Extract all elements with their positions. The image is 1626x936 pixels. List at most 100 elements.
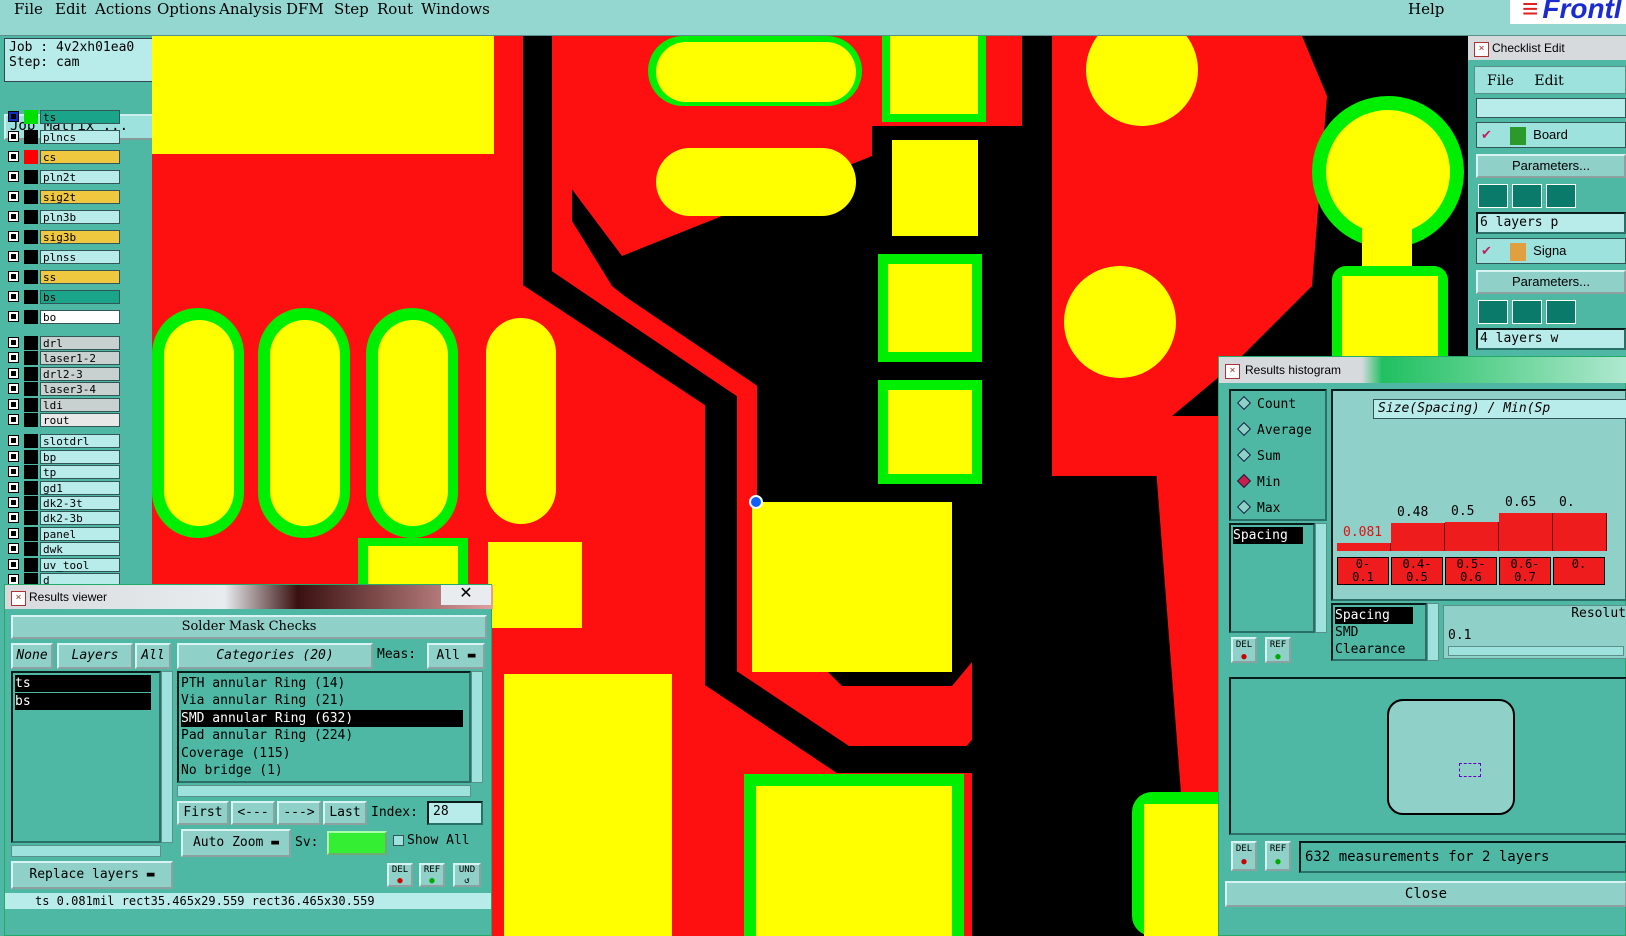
layer-row-bo[interactable]: bo bbox=[6, 310, 120, 324]
menu-analysis[interactable]: Analysis bbox=[219, 0, 282, 18]
layer-color-swatch[interactable] bbox=[24, 480, 38, 495]
layer-color-swatch[interactable] bbox=[24, 210, 38, 224]
first-button[interactable]: First bbox=[177, 801, 229, 825]
layer-name[interactable]: pln2t bbox=[40, 170, 120, 184]
auto-zoom-dropdown[interactable]: Auto Zoom ▬ bbox=[181, 829, 291, 857]
prev-button[interactable]: <--- bbox=[231, 801, 275, 825]
layer-name[interactable]: laser1-2 bbox=[40, 351, 120, 366]
layer-row-ts[interactable]: ts bbox=[6, 110, 120, 124]
layer-color-swatch[interactable] bbox=[24, 397, 38, 412]
layer-name[interactable]: rout bbox=[40, 413, 120, 427]
layer-color-swatch[interactable] bbox=[24, 382, 38, 397]
layer-row-plnss[interactable]: plnss bbox=[6, 250, 120, 264]
layer-row-drl[interactable]: drl bbox=[6, 336, 120, 350]
categories-button[interactable]: Categories (20) bbox=[177, 643, 373, 669]
layer-row-cs[interactable]: cs bbox=[6, 150, 120, 164]
layer-checkbox[interactable] bbox=[8, 151, 19, 162]
layer-name[interactable]: drl2-3 bbox=[40, 366, 120, 381]
layer-checkbox[interactable] bbox=[8, 527, 19, 539]
hscrollbar[interactable] bbox=[177, 785, 471, 797]
layer-checkbox[interactable] bbox=[8, 191, 19, 202]
layer-name[interactable]: slotdrl bbox=[40, 434, 120, 449]
ref-button[interactable]: REF ● bbox=[419, 863, 445, 887]
layer-row-drl2-3[interactable]: drl2-3 bbox=[6, 366, 120, 381]
replace-layers-dropdown[interactable]: Replace layers ▬ bbox=[11, 861, 173, 889]
list-item[interactable]: Spacing bbox=[1335, 607, 1413, 624]
close-icon[interactable]: × bbox=[1474, 42, 1489, 57]
layer-color-swatch[interactable] bbox=[24, 310, 38, 324]
layer-name[interactable]: pln3b bbox=[40, 210, 120, 224]
layer-checkbox[interactable] bbox=[8, 111, 19, 122]
layer-row-tp[interactable]: tp bbox=[6, 465, 120, 480]
layer-color-swatch[interactable] bbox=[24, 110, 38, 124]
sv-color-dropdown[interactable] bbox=[327, 831, 387, 855]
layer-row-bp[interactable]: bp bbox=[6, 449, 120, 464]
layer-name[interactable]: ldi bbox=[40, 397, 120, 412]
layer-row-plncs[interactable]: plncs bbox=[6, 130, 120, 144]
layer-name[interactable]: plncs bbox=[40, 130, 120, 144]
tool-icon[interactable] bbox=[1546, 184, 1576, 208]
layer-row-ss[interactable]: ss bbox=[6, 270, 120, 284]
all-button[interactable]: All bbox=[135, 643, 171, 669]
layer-checkbox[interactable] bbox=[8, 251, 19, 262]
category-item[interactable]: No bridge (1) bbox=[181, 762, 283, 779]
layers-button[interactable]: Layers bbox=[57, 643, 133, 669]
tool-icon[interactable] bbox=[1512, 184, 1542, 208]
layer-color-swatch[interactable] bbox=[24, 170, 38, 184]
layer-row-sig3b[interactable]: sig3b bbox=[6, 230, 120, 244]
meas-dropdown[interactable]: All ▬ bbox=[427, 643, 485, 669]
layer-checkbox[interactable] bbox=[8, 481, 19, 493]
close-icon[interactable]: × bbox=[11, 591, 26, 606]
ref-button[interactable]: REF ● bbox=[1265, 841, 1291, 871]
menu-rout[interactable]: Rout bbox=[377, 0, 413, 18]
next-button[interactable]: ---> bbox=[277, 801, 321, 825]
layer-row-sig2t[interactable]: sig2t bbox=[6, 190, 120, 204]
layer-color-swatch[interactable] bbox=[24, 290, 38, 304]
list-item[interactable]: SMD bbox=[1335, 624, 1358, 641]
histogram-bar[interactable] bbox=[1553, 513, 1607, 551]
layer-name[interactable]: uv_tool bbox=[40, 557, 120, 572]
layer-row-gd1[interactable]: gd1 bbox=[6, 480, 120, 495]
category-item[interactable]: Pad annular Ring (224) bbox=[181, 727, 353, 744]
layer-name[interactable]: laser3-4 bbox=[40, 382, 120, 397]
category-item[interactable]: SMD annular Ring (632) bbox=[181, 709, 463, 727]
checklist-item-board[interactable]: ✔ Board bbox=[1476, 122, 1626, 148]
meas-list[interactable]: Spacing SMD Clearance bbox=[1331, 603, 1427, 661]
category-list[interactable]: PTH annular Ring (14) Via annular Ring (2… bbox=[177, 671, 471, 783]
radio-average[interactable]: Average bbox=[1236, 421, 1312, 438]
layer-name[interactable]: sig3b bbox=[40, 230, 120, 244]
layer-color-swatch[interactable] bbox=[24, 434, 38, 449]
list-item[interactable]: Spacing bbox=[1233, 527, 1303, 544]
layer-checkbox[interactable] bbox=[8, 291, 19, 302]
radio-min[interactable]: Min bbox=[1236, 473, 1280, 490]
layer-checkbox[interactable] bbox=[8, 352, 19, 364]
del-button[interactable]: DEL ● bbox=[1231, 637, 1257, 663]
layer-name[interactable]: cs bbox=[40, 150, 120, 164]
histogram-bar[interactable] bbox=[1499, 513, 1553, 551]
close-button[interactable]: Close bbox=[1225, 881, 1626, 907]
layer-row-dwk[interactable]: dwk bbox=[6, 542, 120, 557]
category-item[interactable]: PTH annular Ring (14) bbox=[181, 675, 345, 692]
layer-row-rout[interactable]: rout bbox=[6, 413, 120, 427]
menu-options[interactable]: Options bbox=[157, 0, 216, 18]
show-all-checkbox[interactable] bbox=[393, 835, 404, 846]
checklist-menu-edit[interactable]: Edit bbox=[1534, 73, 1563, 89]
histogram-left-list[interactable]: Spacing bbox=[1229, 523, 1315, 633]
layer-color-swatch[interactable] bbox=[24, 449, 38, 464]
parameters-button[interactable]: Parameters... bbox=[1476, 270, 1626, 294]
layer-row-laser3-4[interactable]: laser3-4 bbox=[6, 382, 120, 397]
layer-name[interactable]: ts bbox=[40, 110, 120, 124]
layer-row-laser1-2[interactable]: laser1-2 bbox=[6, 351, 120, 366]
close-icon[interactable]: × bbox=[1225, 364, 1240, 379]
del-button[interactable]: DEL ● bbox=[1231, 841, 1257, 871]
ref-button[interactable]: REF ● bbox=[1265, 637, 1291, 663]
menu-actions[interactable]: Actions bbox=[95, 0, 151, 18]
layer-checkbox[interactable] bbox=[8, 171, 19, 182]
layer-color-swatch[interactable] bbox=[24, 150, 38, 164]
scrollbar[interactable] bbox=[1427, 603, 1439, 661]
histogram-bar[interactable] bbox=[1391, 523, 1445, 551]
layer-name[interactable]: panel bbox=[40, 526, 120, 541]
layer-checkbox[interactable] bbox=[8, 558, 19, 570]
none-button[interactable]: None bbox=[11, 643, 53, 669]
category-item[interactable]: Via annular Ring (21) bbox=[181, 692, 345, 709]
